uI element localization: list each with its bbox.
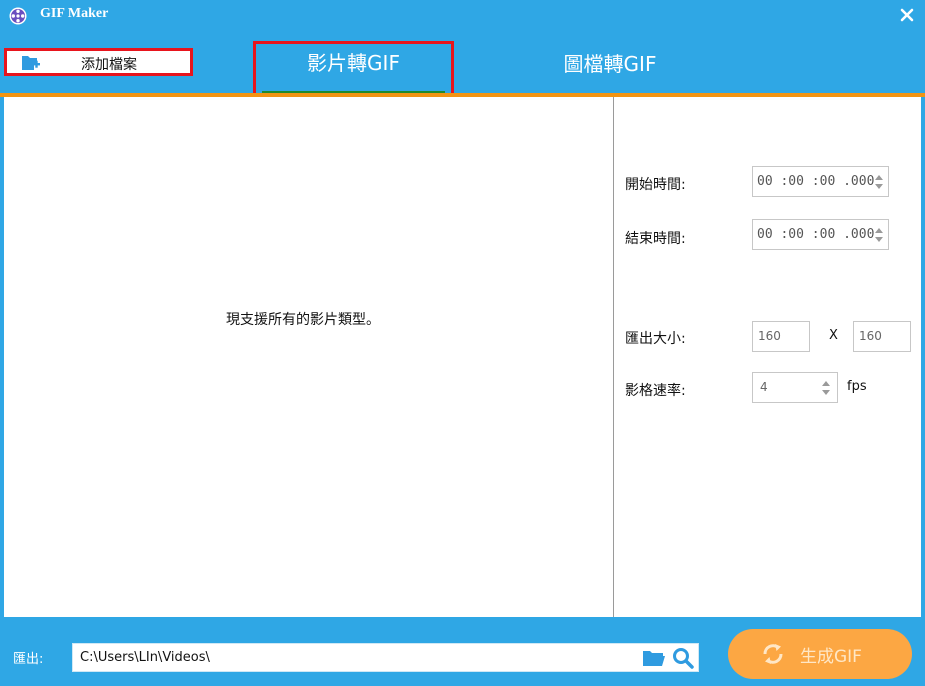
settings-panel: 開始時間: 00 :00 :00 .000 結束時間: 00 :00 :00 .…	[615, 97, 921, 617]
supported-types-message: 現支援所有的影片類型。	[226, 312, 380, 328]
tab-video-to-gif[interactable]: 影片轉GIF	[253, 41, 454, 101]
width-input[interactable]: 160	[752, 321, 810, 352]
export-label: 匯出:	[13, 652, 44, 667]
add-folder-icon	[22, 56, 40, 70]
refresh-icon	[763, 644, 783, 664]
start-time-label: 開始時間:	[625, 177, 686, 193]
tab-bar: 添加檔案 影片轉GIF 圖檔轉GIF	[0, 32, 925, 101]
add-file-button[interactable]: 添加檔案	[4, 48, 193, 76]
video-preview-area[interactable]: 現支援所有的影片類型。	[4, 97, 614, 617]
end-time-input[interactable]: 00 :00 :00 .000	[752, 219, 889, 250]
output-size-label: 匯出大小:	[625, 331, 686, 347]
export-path-value: C:\Users\LIn\Videos\	[80, 650, 210, 665]
spinner-arrows-icon[interactable]	[874, 225, 884, 245]
frame-rate-value: 4	[760, 380, 768, 394]
height-value: 160	[859, 329, 882, 343]
end-time-label: 結束時間:	[625, 231, 686, 247]
add-file-label: 添加檔案	[81, 57, 137, 73]
main-panel: 現支援所有的影片類型。 開始時間: 00 :00 :00 .000 結束時間: …	[4, 97, 921, 617]
export-path-input[interactable]: C:\Users\LIn\Videos\	[72, 643, 699, 672]
bottom-bar: 匯出: C:\Users\LIn\Videos\ 生成GIF	[0, 617, 925, 686]
tab-label: 影片轉GIF	[307, 51, 400, 75]
frame-rate-label: 影格速率:	[625, 383, 686, 399]
width-value: 160	[758, 329, 781, 343]
height-input[interactable]: 160	[853, 321, 911, 352]
search-icon[interactable]	[672, 647, 694, 669]
spinner-arrows-icon[interactable]	[821, 378, 831, 398]
film-reel-icon	[9, 7, 27, 25]
start-time-input[interactable]: 00 :00 :00 .000	[752, 166, 889, 197]
folder-icon[interactable]	[642, 649, 666, 667]
close-button[interactable]	[896, 2, 918, 28]
generate-gif-button[interactable]: 生成GIF	[728, 629, 912, 679]
tab-image-to-gif[interactable]: 圖檔轉GIF	[520, 32, 700, 93]
window-title: GIF Maker	[40, 6, 109, 21]
tab-label: 圖檔轉GIF	[563, 52, 657, 76]
close-icon	[900, 8, 914, 22]
size-separator: X	[829, 328, 838, 343]
generate-gif-label: 生成GIF	[800, 647, 862, 667]
start-time-value: 00 :00 :00 .000	[757, 174, 875, 189]
end-time-value: 00 :00 :00 .000	[757, 227, 875, 242]
frame-rate-input[interactable]: 4	[752, 372, 838, 403]
spinner-arrows-icon[interactable]	[874, 172, 884, 192]
fps-unit-label: fps	[847, 379, 867, 394]
title-bar: GIF Maker	[0, 0, 925, 32]
